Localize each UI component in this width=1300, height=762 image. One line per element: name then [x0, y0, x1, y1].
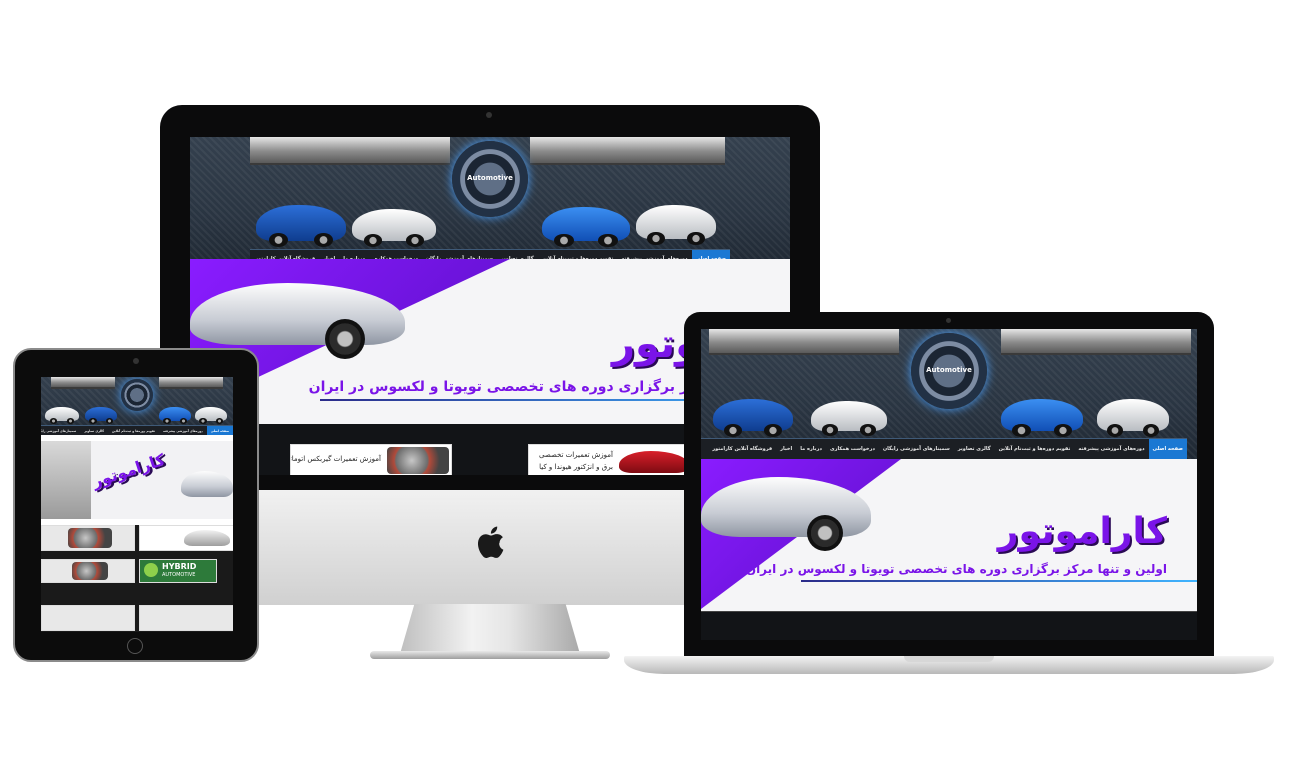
- content-strip: [701, 611, 1197, 640]
- car-image: [85, 407, 117, 424]
- hybrid-sub: AUTOMOTIVE: [162, 572, 196, 578]
- site-header: Automotive صفحه اصلی دوره‌های آموزشی پیش…: [190, 137, 790, 267]
- imac-camera: [486, 112, 492, 118]
- macbook-device: Automotive صفحه اصلی دوره‌های آموزشی پیش…: [684, 312, 1214, 660]
- nav-item-home[interactable]: صفحه اصلی: [1148, 439, 1187, 459]
- engine-image: [387, 447, 449, 474]
- nav-item[interactable]: سمینارهای آموزشی رایگان: [41, 429, 80, 433]
- car-image: [713, 399, 793, 437]
- car-image: [1097, 399, 1169, 437]
- imac-stand: [400, 604, 580, 654]
- macbook-notch: [904, 656, 994, 662]
- course-card[interactable]: [41, 605, 135, 631]
- nav-item[interactable]: اخبار: [776, 446, 796, 452]
- main-nav: صفحه اصلی دوره‌های آموزشی پیشرفته تقویم …: [701, 438, 1187, 459]
- macbook-camera: [946, 318, 951, 323]
- site-header: صفحه اصلی دوره‌های آموزشی پیشرفته تقویم …: [41, 377, 233, 435]
- macbook-base: [624, 656, 1274, 674]
- apple-logo-icon: [477, 526, 504, 558]
- nav-item[interactable]: درخواست همکاری: [826, 446, 879, 452]
- site-logo-text: Automotive: [926, 366, 972, 374]
- course-card[interactable]: [139, 605, 233, 631]
- car-image: [1001, 399, 1083, 437]
- hero-title: کاراموتور: [89, 449, 168, 492]
- hero-banner: کاراموتور اولین و تنها مرکز برگزاری دوره…: [701, 459, 1197, 611]
- site-logo-emblem: [121, 379, 153, 411]
- nav-item[interactable]: درباره ما: [796, 446, 826, 452]
- hero-title: کاراموتور: [997, 511, 1167, 552]
- course-card[interactable]: [41, 559, 135, 583]
- macbook-screen: Automotive صفحه اصلی دوره‌های آموزشی پیش…: [701, 329, 1197, 640]
- site-logo-emblem: Automotive: [911, 333, 987, 409]
- site-header: Automotive صفحه اصلی دوره‌های آموزشی پیش…: [701, 329, 1197, 459]
- ipad-screen: صفحه اصلی دوره‌های آموزشی پیشرفته تقویم …: [41, 377, 233, 632]
- car-image: [45, 407, 79, 424]
- car-image: [159, 407, 191, 424]
- car-image: [619, 451, 689, 473]
- car-image: [256, 205, 346, 248]
- nav-item[interactable]: تقویم دوره‌ها و ثبت‌نام آنلاین: [995, 446, 1075, 452]
- nav-item[interactable]: گالری تصاویر: [80, 429, 108, 433]
- ipad-camera: [133, 358, 139, 364]
- nav-item[interactable]: فروشگاه آنلاین کارامتور: [708, 446, 776, 452]
- car-image: [195, 407, 227, 424]
- nav-item[interactable]: دوره‌های آموزشی پیشرفته: [1074, 446, 1148, 452]
- imac-stand-base: [370, 651, 610, 659]
- car-image: [352, 209, 436, 247]
- car-image: [811, 401, 887, 437]
- course-card[interactable]: [41, 525, 135, 551]
- car-image: [542, 207, 630, 248]
- course-card-title: آموزش تعمیرات تخصصی برق و انژکتور هیوندا…: [538, 451, 613, 471]
- content-grid: HYBRID AUTOMOTIVE: [41, 525, 233, 632]
- hero-banner: کاراموتور: [41, 441, 233, 519]
- hybrid-card[interactable]: HYBRID AUTOMOTIVE: [139, 559, 217, 583]
- hero-photo: [41, 441, 91, 519]
- main-nav: صفحه اصلی دوره‌های آموزشی پیشرفته تقویم …: [41, 425, 233, 435]
- nav-item[interactable]: دوره‌های آموزشی پیشرفته: [159, 429, 207, 433]
- nav-item[interactable]: تقویم دوره‌ها و ثبت‌نام آنلاین: [108, 429, 159, 433]
- hero-subtitle: اولین و تنها مرکز برگزاری دوره های تخصصی…: [745, 562, 1167, 576]
- course-card[interactable]: آموزش تعمیرات گیربکس اتوماتیک: [290, 444, 452, 475]
- leaf-icon: [144, 563, 158, 577]
- nav-item[interactable]: گالری تصاویر: [954, 446, 995, 452]
- hero-car-image: [181, 471, 233, 497]
- car-image: [636, 205, 716, 246]
- site-logo-text: Automotive: [467, 174, 513, 182]
- course-card-title: آموزش تعمیرات گیربکس اتوماتیک: [290, 455, 381, 463]
- ipad-home-button[interactable]: [127, 638, 143, 654]
- course-card[interactable]: [139, 525, 233, 551]
- hybrid-label: HYBRID: [162, 562, 197, 571]
- ipad-device: صفحه اصلی دوره‌های آموزشی پیشرفته تقویم …: [13, 348, 259, 662]
- nav-item[interactable]: سمینارهای آموزشی رایگان: [879, 446, 954, 452]
- site-logo-emblem: Automotive: [452, 141, 528, 217]
- nav-item-home[interactable]: صفحه اصلی: [206, 426, 233, 435]
